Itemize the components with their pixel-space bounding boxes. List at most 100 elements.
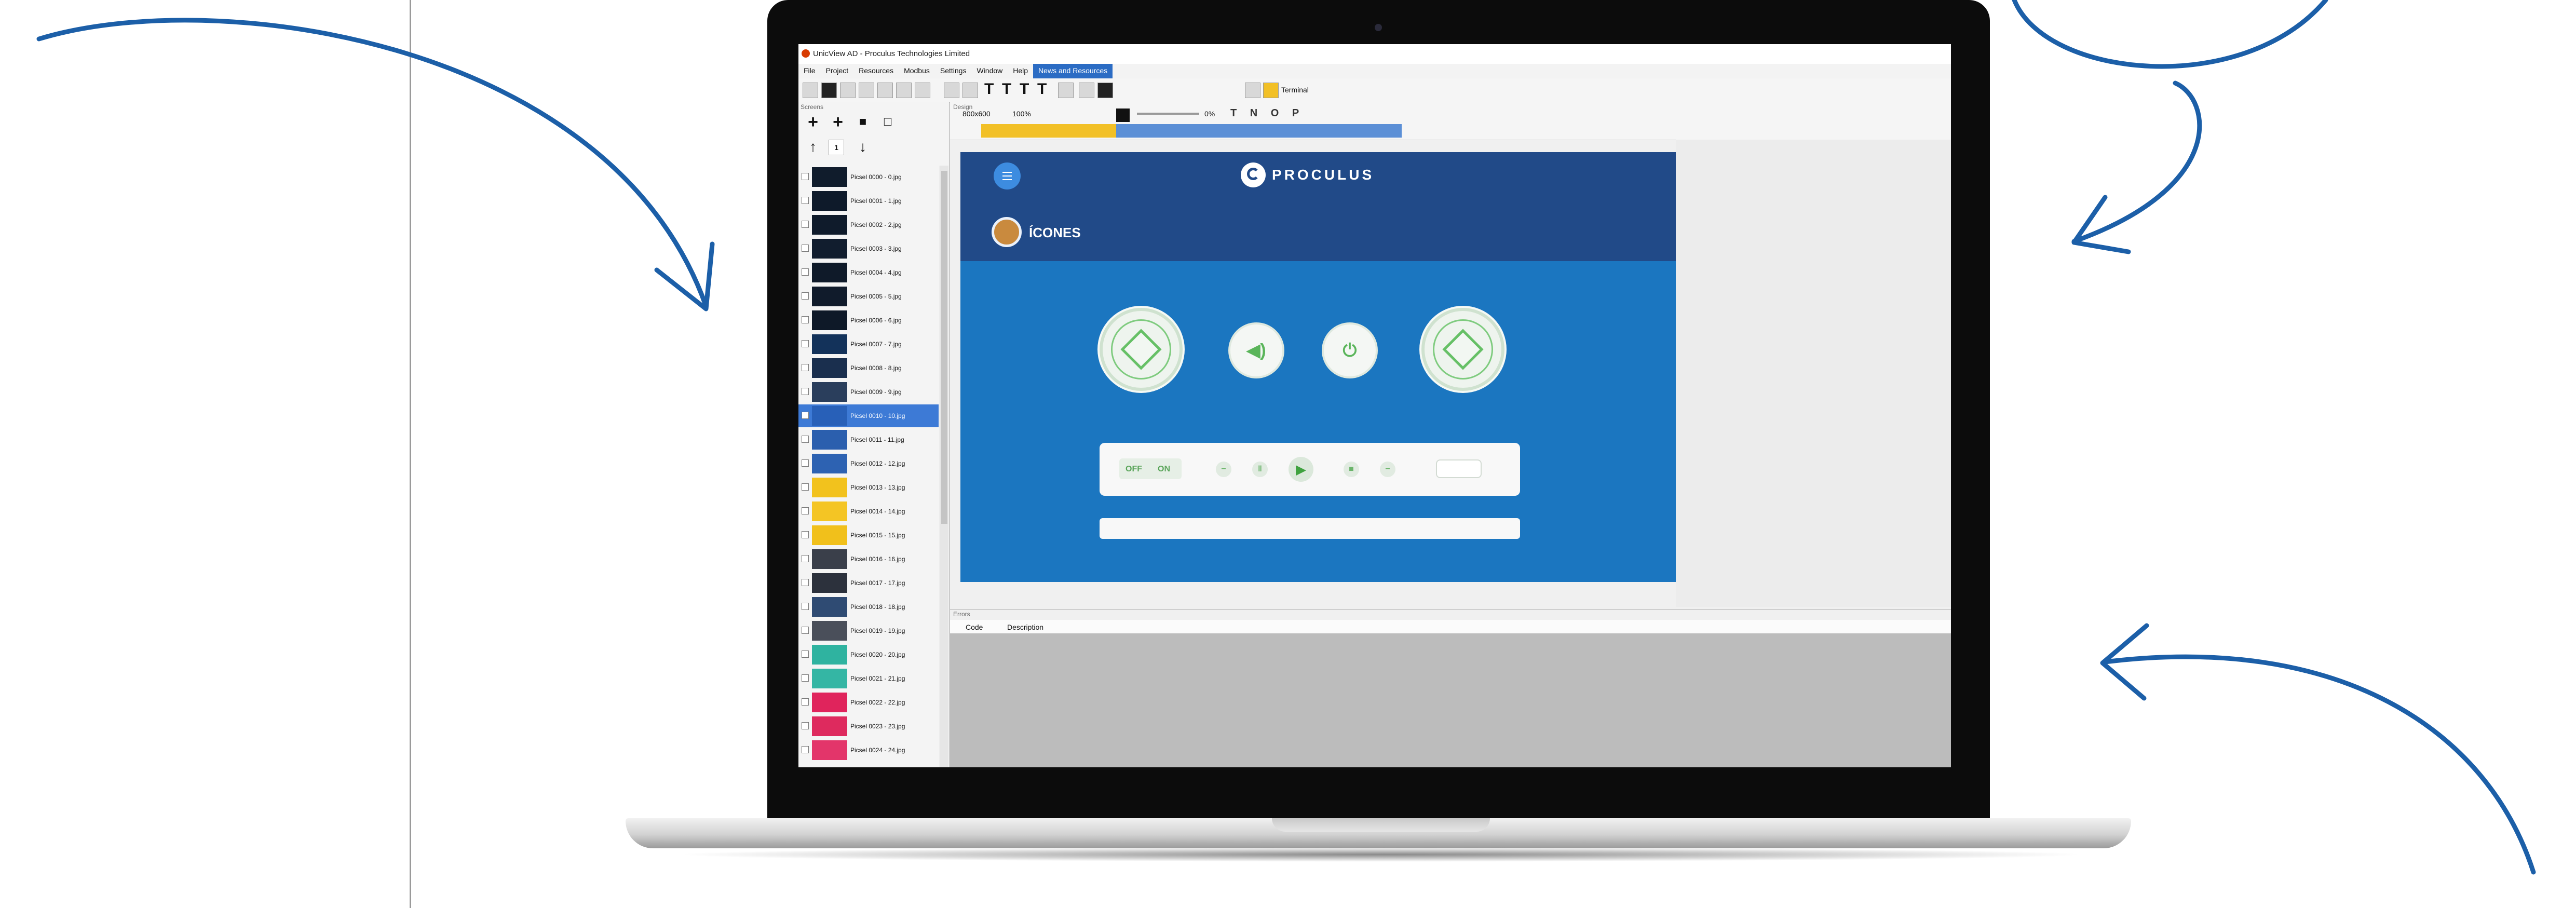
text-tool-3-icon[interactable]: T [1020,80,1029,98]
opacity-slider[interactable] [1137,113,1199,115]
new-project-icon[interactable] [803,83,818,98]
screen-thumbnail-row[interactable]: Picsel 0004 - 4.jpg [798,261,939,284]
column-description[interactable]: Description [1007,623,1043,631]
menu-project[interactable]: Project [821,64,854,78]
screen-thumbnail-row[interactable]: Picsel 0014 - 14.jpg [798,500,939,523]
screen-thumbnail-row[interactable]: Picsel 0011 - 11.jpg [798,428,939,451]
visibility-checkbox[interactable] [802,698,809,706]
visibility-checkbox[interactable] [802,746,809,753]
screen-thumbnail-row[interactable]: Picsel 0000 - 0.jpg [798,166,939,188]
visibility-checkbox[interactable] [802,674,809,682]
tree-icon[interactable] [1079,83,1094,98]
visibility-checkbox[interactable] [802,436,809,443]
screen-thumbnail-row[interactable]: Picsel 0009 - 9.jpg [798,381,939,403]
text-tool-2-icon[interactable]: T [1002,80,1011,98]
visibility-checkbox[interactable] [802,268,809,276]
add-screen-icon[interactable]: + [803,112,823,132]
visibility-checkbox[interactable] [802,483,809,491]
visibility-checkbox[interactable] [802,650,809,658]
zoom-settings-icon[interactable] [1245,83,1260,98]
visibility-checkbox[interactable] [802,388,809,395]
progress-bar[interactable] [1100,518,1520,539]
duplicate-icon[interactable]: □ [877,112,898,132]
menu-file[interactable]: File [798,64,821,78]
pause-button[interactable]: ‖ [1252,462,1268,477]
visibility-checkbox[interactable] [802,316,809,323]
screen-thumbnail-row[interactable]: Picsel 0018 - 18.jpg [798,595,939,618]
screen-thumbnail-row[interactable]: Picsel 0015 - 15.jpg [798,524,939,547]
add-screen-2-icon[interactable]: + [828,112,848,132]
screen-thumbnail-row[interactable]: Picsel 0019 - 19.jpg [798,619,939,642]
screen-thumbnail-row[interactable]: Picsel 0013 - 13.jpg [798,476,939,499]
visibility-checkbox[interactable] [802,364,809,371]
blue-tool-strip[interactable] [1116,124,1402,138]
column-code[interactable]: Code [966,623,983,631]
menu-settings[interactable]: Settings [935,64,972,78]
menu-modbus[interactable]: Modbus [899,64,935,78]
visibility-checkbox[interactable] [802,412,809,419]
visibility-checkbox[interactable] [802,459,809,467]
color-swatch[interactable] [1116,109,1130,122]
text-list-icon[interactable] [944,83,959,98]
joystick-right-knob[interactable] [1421,308,1504,391]
previous-button[interactable]: − [1216,462,1231,477]
move-down-icon[interactable]: ↓ [852,137,873,157]
zoom-select[interactable]: 100% [1012,110,1031,118]
thumbnail-scrollbar[interactable] [940,166,948,767]
screen-thumbnail-row[interactable]: Picsel 0022 - 22.jpg [798,691,939,714]
device-icon[interactable] [896,83,912,98]
menu-help[interactable]: Help [1008,64,1033,78]
screen-thumbnail-row[interactable]: Picsel 0008 - 8.jpg [798,357,939,380]
terminal-label[interactable]: Terminal [1281,86,1309,94]
visibility-checkbox[interactable] [802,221,809,228]
joystick-left-knob[interactable] [1100,308,1183,391]
screen-thumbnail-row[interactable]: Picsel 0001 - 1.jpg [798,189,939,212]
screen-thumbnail-row[interactable]: Picsel 0005 - 5.jpg [798,285,939,308]
screen-thumbnail-row[interactable]: Picsel 0023 - 23.jpg [798,715,939,738]
screen-thumbnail-row[interactable]: Picsel 0006 - 6.jpg [798,309,939,332]
visibility-checkbox[interactable] [802,579,809,586]
settings-icon[interactable] [859,83,874,98]
trash-icon[interactable]: ■ [852,112,873,132]
screen-thumbnail-row[interactable]: Picsel 0017 - 17.jpg [798,572,939,594]
camera-icon[interactable] [877,83,893,98]
screen-thumbnail-row[interactable]: Picsel 0010 - 10.jpg [798,404,939,427]
play-button[interactable]: ▶ [1289,457,1313,482]
screen-thumbnail-row[interactable]: Picsel 0021 - 21.jpg [798,667,939,690]
export-icon[interactable] [915,83,930,98]
visibility-checkbox[interactable] [802,722,809,729]
visibility-checkbox[interactable] [802,507,809,514]
menu-news-and-resources[interactable]: News and Resources [1033,64,1113,78]
screen-thumbnail-row[interactable]: Picsel 0024 - 24.jpg [798,739,939,762]
menu-resources[interactable]: Resources [853,64,899,78]
visibility-checkbox[interactable] [802,603,809,610]
paint-icon[interactable] [1097,83,1113,98]
resolution-select[interactable]: 800x600 [962,110,991,118]
visibility-checkbox[interactable] [802,197,809,204]
hamburger-menu-icon[interactable] [994,162,1021,189]
visibility-checkbox[interactable] [802,292,809,300]
power-button[interactable]: ⏻ [1324,324,1376,376]
speaker-button[interactable]: ◀) [1230,324,1282,376]
screen-thumbnail-row[interactable]: Picsel 0016 - 16.jpg [798,548,939,571]
visibility-checkbox[interactable] [802,627,809,634]
tnop-buttons[interactable]: T N O P [1230,107,1304,119]
visibility-checkbox[interactable] [802,173,809,180]
menu-window[interactable]: Window [971,64,1008,78]
design-canvas[interactable]: PROCULUS ÍCONES ◀) ⏻ OFF ON − ‖ ▶ ■ − [960,152,1676,582]
visibility-checkbox[interactable] [802,340,809,347]
visibility-checkbox[interactable] [802,555,809,562]
list-icon[interactable] [1058,83,1074,98]
screen-thumbnail-row[interactable]: Picsel 0003 - 3.jpg [798,237,939,260]
text-tool-4-icon[interactable]: T [1037,80,1047,98]
yellow-tool-strip[interactable] [981,124,1116,138]
move-up-icon[interactable]: ↑ [803,137,823,157]
scrollbar-thumb[interactable] [941,171,947,524]
page-number-field[interactable]: 1 [829,140,844,155]
visibility-checkbox[interactable] [802,531,809,538]
screen-thumbnail-row[interactable]: Picsel 0012 - 12.jpg [798,452,939,475]
screen-thumbnail-row[interactable]: Picsel 0020 - 20.jpg [798,643,939,666]
off-on-toggle[interactable]: OFF ON [1119,458,1182,479]
screen-thumbnail-row[interactable]: Picsel 0002 - 2.jpg [798,213,939,236]
text-tool-icon[interactable]: T [984,80,994,98]
